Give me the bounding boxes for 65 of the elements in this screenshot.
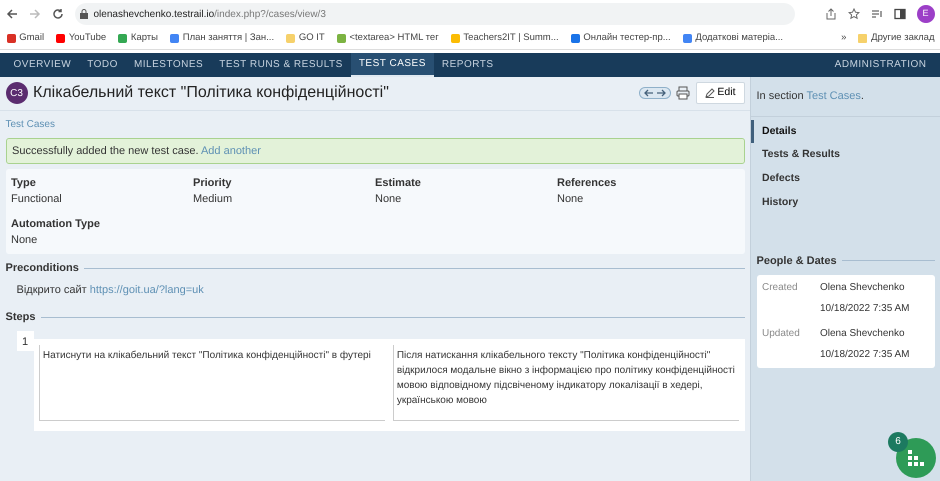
share-icon[interactable] [824, 8, 836, 20]
field-label: Estimate [375, 176, 422, 191]
field-value: Functional [11, 192, 63, 208]
people-date: 10/18/2022 7:35 AM [820, 302, 911, 316]
field-label: Type [11, 176, 37, 191]
nav-tab[interactable]: MILESTONES [126, 52, 212, 77]
people-label: Created [762, 281, 799, 295]
field-value: Medium [193, 192, 234, 208]
bookmark-folder[interactable]: Другие заклад [857, 31, 934, 46]
sidebar-tab[interactable]: Tests & Results [751, 143, 940, 167]
field-value: None [11, 233, 38, 248]
step-text: Натиснути на клікабельний текст "Політика конфіденційності" в футері [39, 344, 386, 421]
star-icon[interactable] [848, 8, 860, 20]
prev-next-button[interactable] [638, 87, 671, 100]
field-label: Priority [193, 176, 233, 191]
nav-tab[interactable]: REPORTS [434, 52, 502, 77]
nav-tab[interactable]: TEST RUNS & RESULTS [211, 52, 351, 77]
reload-icon[interactable] [52, 8, 64, 20]
section-heading: Steps [6, 310, 36, 326]
step-number: 1 [16, 331, 34, 352]
case-title: Клікабельний текст "Політика конфіденційності" [33, 83, 389, 104]
sidebar-tab[interactable]: Details [751, 120, 940, 144]
playlist-icon[interactable] [870, 8, 882, 20]
expected-result-text: Після натискання клікабельного тексту "Політика конфіденційності" відкрилося модальне вікно з інформацією про політику конфіденційності мовою відповідному підсвіченому індикатору локалізації в хедері, українською мовою [393, 344, 739, 421]
people-name: Olena Shevchenko [820, 281, 906, 295]
sidebar-icon[interactable] [894, 8, 906, 20]
lock-icon [80, 9, 88, 19]
more-bookmarks-button[interactable]: » [841, 31, 846, 46]
nav-tab[interactable]: TODO [79, 52, 126, 77]
people-label: Updated [762, 327, 801, 341]
folder-icon [857, 33, 868, 44]
sidebar-tab[interactable]: History [751, 190, 940, 214]
bookmark[interactable]: YouTube [55, 31, 106, 46]
people-date: 10/18/2022 7:35 AM [820, 348, 911, 362]
pencil-icon [704, 88, 715, 98]
field-label: References [557, 176, 618, 191]
field-value: None [375, 192, 402, 208]
bookmark[interactable]: Онлайн тестер-пр... [570, 31, 671, 46]
field-value: None [557, 192, 584, 208]
bookmark[interactable]: Teachers2IT | Summ... [450, 31, 559, 46]
section-info-text: In section Test Cases. [756, 89, 864, 104]
edit-button[interactable]: Edit [696, 82, 744, 104]
precondition-text: Відкрито сайт https://goit.ua/?lang=uk [16, 282, 205, 298]
left-arrow-icon [644, 88, 654, 98]
case-id-badge: C3 [6, 82, 28, 104]
section-heading: People & Dates [756, 254, 837, 268]
avatar[interactable]: E [916, 5, 934, 23]
right-arrow-icon [656, 88, 666, 98]
nav-link[interactable]: ADMINISTRATION [826, 52, 934, 77]
grid-icon [907, 448, 925, 467]
back-icon[interactable] [6, 8, 18, 20]
bookmark[interactable]: GO IT [285, 31, 325, 46]
field-label: Automation Type [11, 216, 102, 232]
bookmark[interactable]: Додаткові матеріа... [682, 31, 784, 46]
print-icon[interactable] [676, 86, 690, 100]
sidebar-tab[interactable]: Defects [751, 167, 940, 191]
section-heading: Preconditions [6, 260, 79, 276]
bookmark[interactable]: Карты [117, 31, 158, 46]
bookmark[interactable]: Gmail [6, 31, 44, 46]
nav-tab[interactable]: OVERVIEW [6, 52, 80, 77]
nav-tab[interactable]: TEST CASES [350, 52, 434, 77]
bookmark[interactable]: План заняття | Зан... [168, 31, 274, 46]
bookmark[interactable]: <textarea> HTML тег [336, 31, 439, 46]
alert-message: Successfully added the new test case. Add another [12, 144, 261, 158]
people-name: Olena Shevchenko [820, 327, 906, 341]
